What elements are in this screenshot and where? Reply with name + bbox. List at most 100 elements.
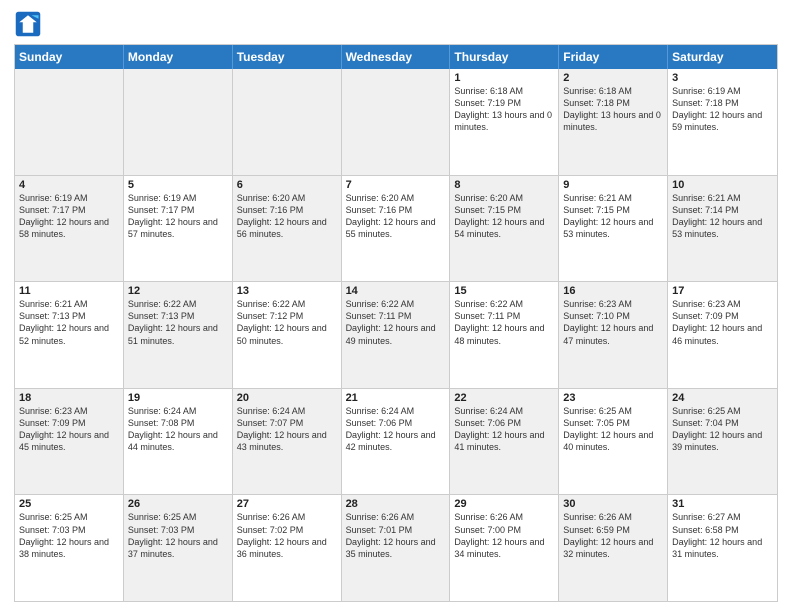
day-info: Sunrise: 6:19 AM Sunset: 7:18 PM Dayligh… (672, 85, 773, 134)
day-info: Sunrise: 6:21 AM Sunset: 7:15 PM Dayligh… (563, 192, 663, 241)
day-info: Sunrise: 6:18 AM Sunset: 7:18 PM Dayligh… (563, 85, 663, 134)
day-number: 31 (672, 498, 773, 510)
cal-cell: 1Sunrise: 6:18 AM Sunset: 7:19 PM Daylig… (450, 69, 559, 175)
day-number: 28 (346, 498, 446, 510)
header (14, 10, 778, 38)
day-number: 15 (454, 285, 554, 297)
day-number: 16 (563, 285, 663, 297)
day-number: 17 (672, 285, 773, 297)
calendar-body: 1Sunrise: 6:18 AM Sunset: 7:19 PM Daylig… (15, 69, 777, 601)
day-number: 9 (563, 179, 663, 191)
calendar-header: SundayMondayTuesdayWednesdayThursdayFrid… (15, 45, 777, 69)
day-info: Sunrise: 6:26 AM Sunset: 7:01 PM Dayligh… (346, 511, 446, 560)
day-info: Sunrise: 6:20 AM Sunset: 7:16 PM Dayligh… (346, 192, 446, 241)
cal-cell: 15Sunrise: 6:22 AM Sunset: 7:11 PM Dayli… (450, 282, 559, 388)
day-info: Sunrise: 6:19 AM Sunset: 7:17 PM Dayligh… (19, 192, 119, 241)
day-info: Sunrise: 6:21 AM Sunset: 7:13 PM Dayligh… (19, 298, 119, 347)
cal-cell: 4Sunrise: 6:19 AM Sunset: 7:17 PM Daylig… (15, 176, 124, 282)
header-day-monday: Monday (124, 45, 233, 69)
cal-cell: 27Sunrise: 6:26 AM Sunset: 7:02 PM Dayli… (233, 495, 342, 601)
day-number: 21 (346, 392, 446, 404)
day-info: Sunrise: 6:24 AM Sunset: 7:06 PM Dayligh… (346, 405, 446, 454)
day-info: Sunrise: 6:22 AM Sunset: 7:11 PM Dayligh… (454, 298, 554, 347)
page: SundayMondayTuesdayWednesdayThursdayFrid… (0, 0, 792, 612)
week-row-2: 4Sunrise: 6:19 AM Sunset: 7:17 PM Daylig… (15, 175, 777, 282)
day-info: Sunrise: 6:18 AM Sunset: 7:19 PM Dayligh… (454, 85, 554, 134)
cal-cell: 26Sunrise: 6:25 AM Sunset: 7:03 PM Dayli… (124, 495, 233, 601)
day-number: 25 (19, 498, 119, 510)
cal-cell: 11Sunrise: 6:21 AM Sunset: 7:13 PM Dayli… (15, 282, 124, 388)
header-day-thursday: Thursday (450, 45, 559, 69)
header-day-tuesday: Tuesday (233, 45, 342, 69)
day-number: 19 (128, 392, 228, 404)
header-day-wednesday: Wednesday (342, 45, 451, 69)
logo (14, 10, 46, 38)
day-number: 1 (454, 72, 554, 84)
day-info: Sunrise: 6:25 AM Sunset: 7:03 PM Dayligh… (19, 511, 119, 560)
cal-cell (342, 69, 451, 175)
cal-cell: 12Sunrise: 6:22 AM Sunset: 7:13 PM Dayli… (124, 282, 233, 388)
week-row-4: 18Sunrise: 6:23 AM Sunset: 7:09 PM Dayli… (15, 388, 777, 495)
cal-cell: 23Sunrise: 6:25 AM Sunset: 7:05 PM Dayli… (559, 389, 668, 495)
day-number: 18 (19, 392, 119, 404)
day-info: Sunrise: 6:22 AM Sunset: 7:11 PM Dayligh… (346, 298, 446, 347)
day-number: 24 (672, 392, 773, 404)
day-info: Sunrise: 6:19 AM Sunset: 7:17 PM Dayligh… (128, 192, 228, 241)
day-number: 3 (672, 72, 773, 84)
day-info: Sunrise: 6:27 AM Sunset: 6:58 PM Dayligh… (672, 511, 773, 560)
day-info: Sunrise: 6:22 AM Sunset: 7:12 PM Dayligh… (237, 298, 337, 347)
day-number: 23 (563, 392, 663, 404)
day-info: Sunrise: 6:24 AM Sunset: 7:07 PM Dayligh… (237, 405, 337, 454)
calendar: SundayMondayTuesdayWednesdayThursdayFrid… (14, 44, 778, 602)
day-info: Sunrise: 6:24 AM Sunset: 7:06 PM Dayligh… (454, 405, 554, 454)
header-day-friday: Friday (559, 45, 668, 69)
cal-cell (15, 69, 124, 175)
cal-cell: 14Sunrise: 6:22 AM Sunset: 7:11 PM Dayli… (342, 282, 451, 388)
day-info: Sunrise: 6:23 AM Sunset: 7:09 PM Dayligh… (672, 298, 773, 347)
cal-cell: 2Sunrise: 6:18 AM Sunset: 7:18 PM Daylig… (559, 69, 668, 175)
cal-cell: 9Sunrise: 6:21 AM Sunset: 7:15 PM Daylig… (559, 176, 668, 282)
day-number: 30 (563, 498, 663, 510)
day-number: 7 (346, 179, 446, 191)
cal-cell: 25Sunrise: 6:25 AM Sunset: 7:03 PM Dayli… (15, 495, 124, 601)
day-info: Sunrise: 6:24 AM Sunset: 7:08 PM Dayligh… (128, 405, 228, 454)
day-info: Sunrise: 6:26 AM Sunset: 6:59 PM Dayligh… (563, 511, 663, 560)
day-number: 12 (128, 285, 228, 297)
day-number: 10 (672, 179, 773, 191)
day-info: Sunrise: 6:21 AM Sunset: 7:14 PM Dayligh… (672, 192, 773, 241)
day-number: 5 (128, 179, 228, 191)
cal-cell: 8Sunrise: 6:20 AM Sunset: 7:15 PM Daylig… (450, 176, 559, 282)
day-number: 8 (454, 179, 554, 191)
cal-cell: 29Sunrise: 6:26 AM Sunset: 7:00 PM Dayli… (450, 495, 559, 601)
cal-cell: 5Sunrise: 6:19 AM Sunset: 7:17 PM Daylig… (124, 176, 233, 282)
cal-cell: 10Sunrise: 6:21 AM Sunset: 7:14 PM Dayli… (668, 176, 777, 282)
day-number: 22 (454, 392, 554, 404)
cal-cell: 18Sunrise: 6:23 AM Sunset: 7:09 PM Dayli… (15, 389, 124, 495)
day-number: 20 (237, 392, 337, 404)
day-info: Sunrise: 6:25 AM Sunset: 7:05 PM Dayligh… (563, 405, 663, 454)
day-info: Sunrise: 6:23 AM Sunset: 7:09 PM Dayligh… (19, 405, 119, 454)
day-info: Sunrise: 6:20 AM Sunset: 7:16 PM Dayligh… (237, 192, 337, 241)
cal-cell: 28Sunrise: 6:26 AM Sunset: 7:01 PM Dayli… (342, 495, 451, 601)
day-number: 27 (237, 498, 337, 510)
cal-cell: 31Sunrise: 6:27 AM Sunset: 6:58 PM Dayli… (668, 495, 777, 601)
cal-cell: 21Sunrise: 6:24 AM Sunset: 7:06 PM Dayli… (342, 389, 451, 495)
day-number: 29 (454, 498, 554, 510)
cal-cell: 3Sunrise: 6:19 AM Sunset: 7:18 PM Daylig… (668, 69, 777, 175)
week-row-1: 1Sunrise: 6:18 AM Sunset: 7:19 PM Daylig… (15, 69, 777, 175)
header-day-sunday: Sunday (15, 45, 124, 69)
cal-cell (124, 69, 233, 175)
cal-cell: 30Sunrise: 6:26 AM Sunset: 6:59 PM Dayli… (559, 495, 668, 601)
cal-cell (233, 69, 342, 175)
cal-cell: 6Sunrise: 6:20 AM Sunset: 7:16 PM Daylig… (233, 176, 342, 282)
logo-icon (14, 10, 42, 38)
cal-cell: 20Sunrise: 6:24 AM Sunset: 7:07 PM Dayli… (233, 389, 342, 495)
week-row-5: 25Sunrise: 6:25 AM Sunset: 7:03 PM Dayli… (15, 494, 777, 601)
cal-cell: 17Sunrise: 6:23 AM Sunset: 7:09 PM Dayli… (668, 282, 777, 388)
week-row-3: 11Sunrise: 6:21 AM Sunset: 7:13 PM Dayli… (15, 281, 777, 388)
day-info: Sunrise: 6:25 AM Sunset: 7:04 PM Dayligh… (672, 405, 773, 454)
day-info: Sunrise: 6:26 AM Sunset: 7:00 PM Dayligh… (454, 511, 554, 560)
day-number: 6 (237, 179, 337, 191)
cal-cell: 16Sunrise: 6:23 AM Sunset: 7:10 PM Dayli… (559, 282, 668, 388)
day-info: Sunrise: 6:23 AM Sunset: 7:10 PM Dayligh… (563, 298, 663, 347)
